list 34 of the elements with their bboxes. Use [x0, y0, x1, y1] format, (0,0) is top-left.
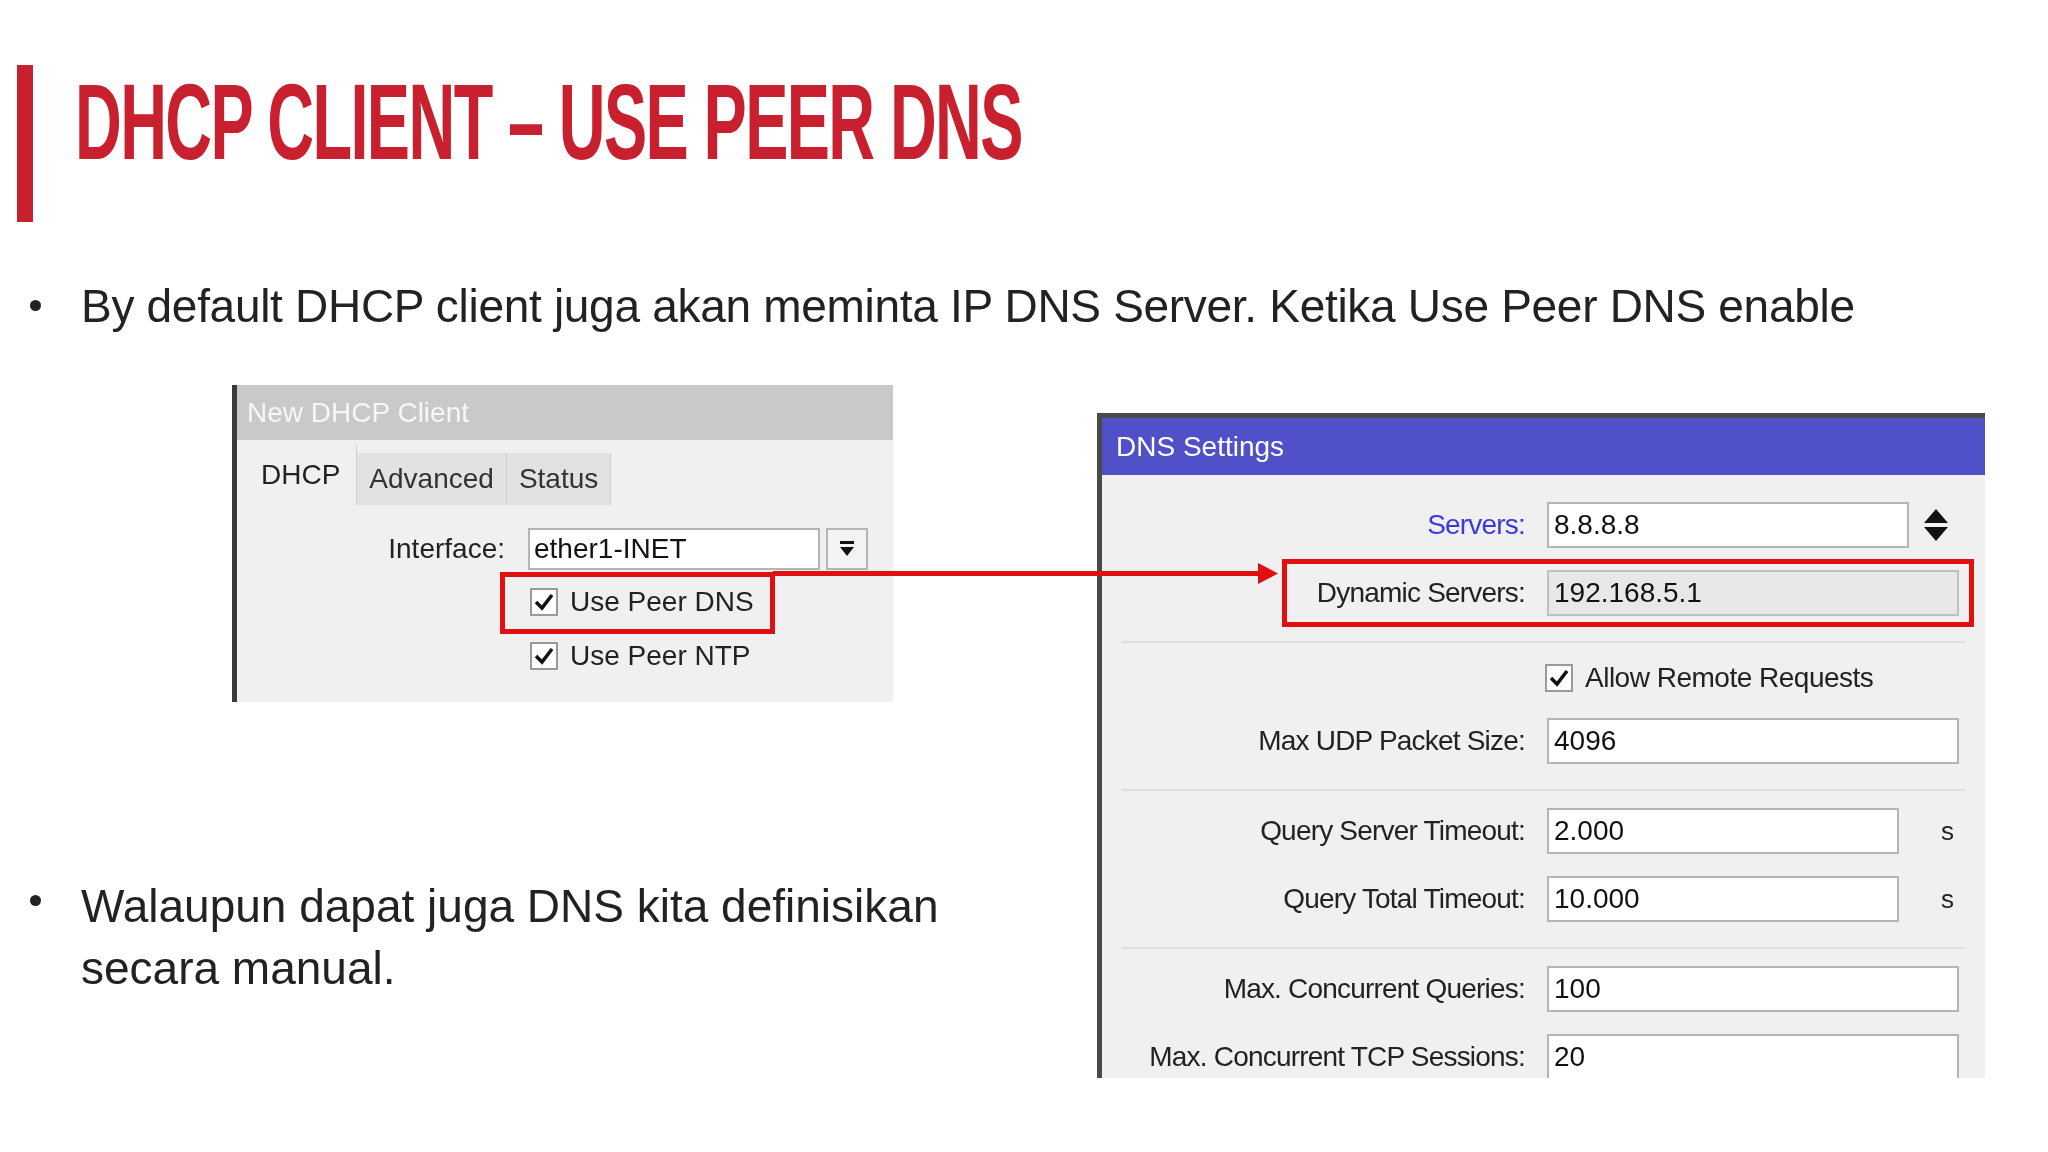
field-label: Max UDP Packet Size:: [1257, 724, 1525, 758]
checkbox[interactable]: [530, 642, 558, 670]
field-label: Max. Concurrent TCP Sessions:: [1148, 1040, 1525, 1074]
unit-label: s: [1941, 814, 1954, 848]
window-title: DNS Settings: [1102, 418, 1985, 475]
field-label: Interface:: [387, 532, 505, 566]
field-label: Query Total Timeout:: [1282, 882, 1525, 916]
input-field[interactable]: 10.000: [1547, 876, 1899, 922]
bullet-icon: [30, 895, 41, 906]
field-label: Max. Concurrent Queries:: [1222, 972, 1525, 1006]
bullet-icon: [30, 300, 41, 311]
input-field[interactable]: 8.8.8.8: [1547, 502, 1909, 548]
input-field[interactable]: 4096: [1547, 718, 1959, 764]
input-field: 192.168.5.1: [1547, 570, 1959, 616]
unit-label: s: [1941, 882, 1954, 916]
field-label: Dynamic Servers:: [1315, 576, 1525, 610]
input-field[interactable]: 2.000: [1547, 808, 1899, 854]
checkbox-label: Use Peer NTP: [570, 639, 751, 673]
up-down-arrows-icon[interactable]: [1923, 508, 1949, 542]
tab[interactable]: Status: [506, 453, 612, 505]
tab[interactable]: Advanced: [357, 453, 507, 505]
dropdown-button[interactable]: [826, 528, 868, 570]
input-field[interactable]: 100: [1547, 966, 1959, 1012]
bullet-text: Walaupun dapat juga DNS kita definisikan secara manual.: [81, 879, 940, 996]
interface-field[interactable]: ether1-INET: [528, 528, 820, 570]
slide-title: DHCP CLIENT – USE PEER DNS: [75, 62, 1022, 182]
checkbox[interactable]: [530, 588, 558, 616]
checkbox-label: Allow Remote Requests: [1585, 661, 1874, 695]
field-label: Query Server Timeout:: [1259, 814, 1525, 848]
checkbox[interactable]: [1545, 664, 1573, 692]
input-field[interactable]: 20: [1547, 1034, 1959, 1078]
checkbox-label: Use Peer DNS: [570, 585, 754, 619]
field-label: Servers:: [1426, 508, 1525, 542]
bullet-text: By default DHCP client juga akan meminta IP DNS Server. Ketika Use Peer DNS enable: [81, 280, 1855, 332]
